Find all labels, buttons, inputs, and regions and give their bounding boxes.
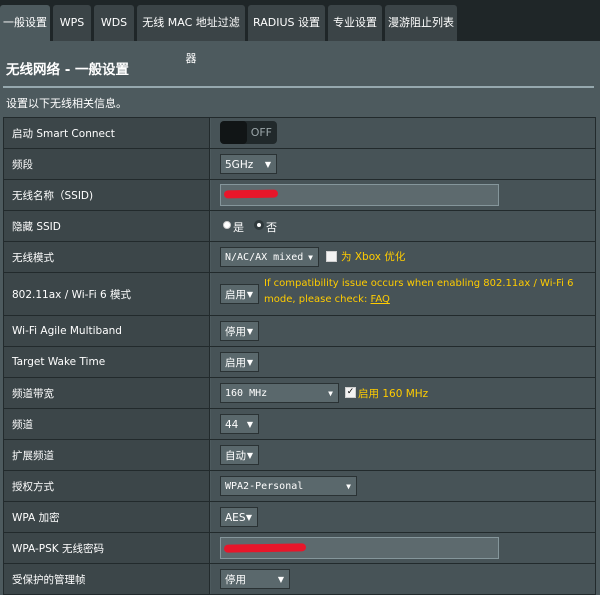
band-label: 频段 (4, 149, 210, 179)
tab-professional[interactable]: 专业设置 (328, 5, 382, 41)
hide-ssid-yes-radio[interactable] (223, 221, 231, 229)
hide-ssid-no-label: 否 (266, 221, 277, 234)
chevron-down-icon: ▼ (264, 160, 271, 169)
settings-table: 启动 Smart Connect OFF 频段 5GHz ▼ 无线名称（SSID)… (3, 117, 596, 595)
ssid-label: 无线名称（SSID) (4, 180, 210, 210)
row-wifi6-mode: 802.11ax / Wi-Fi 6 模式 启用 ▼ If compatibili… (4, 273, 595, 316)
row-target-wake-time: Target Wake Time 启用 ▼ (4, 347, 595, 378)
chevron-down-icon: ▼ (308, 253, 313, 262)
hide-ssid-no-radio[interactable] (254, 220, 264, 230)
extension-channel-select[interactable]: 自动 ▼ (220, 445, 259, 465)
redaction-mark (223, 189, 279, 199)
chevron-down-icon: ▼ (245, 513, 252, 522)
tab-general[interactable]: 一般设置 (0, 5, 50, 42)
tab-roaming-block[interactable]: 漫游阻止列表 (385, 5, 457, 41)
tab-wps[interactable]: WPS (53, 5, 91, 41)
row-agile-multiband: Wi-Fi Agile Multiband 停用 ▼ (4, 316, 595, 347)
wpa-encryption-select[interactable]: AES ▼ (220, 507, 258, 527)
auth-method-select[interactable]: WPA2-Personal ▼ (220, 476, 357, 496)
row-extension-channel: 扩展频道 自动 ▼ (4, 440, 595, 471)
ssid-input[interactable] (220, 184, 499, 206)
hide-ssid-label: 隐藏 SSID (4, 211, 210, 241)
redaction-mark (223, 543, 307, 553)
band-select[interactable]: 5GHz ▼ (220, 154, 277, 174)
agile-multiband-label: Wi-Fi Agile Multiband (4, 316, 210, 346)
xbox-optimize-checkbox[interactable] (326, 251, 337, 262)
channel-label: 频道 (4, 409, 210, 439)
row-hide-ssid: 隐藏 SSID 是 否 (4, 211, 595, 242)
tab-bar: 一般设置 WPS WDS 无线 MAC 地址过滤器 RADIUS 设置 专业设置… (0, 0, 600, 65)
row-wpa-encryption: WPA 加密 AES ▼ (4, 502, 595, 533)
pmf-select[interactable]: 停用 ▼ (220, 569, 290, 589)
enable-160mhz-label: 启用 160 MHz (358, 388, 429, 400)
wifi6-mode-label: 802.11ax / Wi-Fi 6 模式 (4, 273, 210, 315)
row-channel: 频道 44 ▼ (4, 409, 595, 440)
row-smart-connect: 启动 Smart Connect OFF (4, 118, 595, 149)
wpa-encryption-label: WPA 加密 (4, 502, 210, 532)
wireless-mode-label: 无线模式 (4, 242, 210, 272)
toggle-state-text: OFF (250, 126, 272, 139)
title-divider (3, 86, 594, 88)
psk-password-label: WPA-PSK 无线密码 (4, 533, 210, 563)
tab-mac-filter[interactable]: 无线 MAC 地址过滤器 (137, 5, 245, 65)
row-psk-password: WPA-PSK 无线密码 (4, 533, 595, 564)
agile-multiband-select[interactable]: 停用 ▼ (220, 321, 259, 341)
row-bandwidth: 频道带宽 160 MHz ▼ ✓ 启用 160 MHz (4, 378, 595, 409)
row-band: 频段 5GHz ▼ (4, 149, 595, 180)
chevron-down-icon: ▼ (246, 327, 253, 336)
faq-link[interactable]: FAQ (371, 294, 390, 305)
chevron-down-icon: ▼ (246, 358, 253, 367)
psk-password-input[interactable] (220, 537, 499, 559)
extension-channel-label: 扩展频道 (4, 440, 210, 470)
smart-connect-label: 启动 Smart Connect (4, 118, 210, 148)
chevron-down-icon: ▼ (246, 290, 253, 299)
auth-method-label: 授权方式 (4, 471, 210, 501)
enable-160mhz-checkbox[interactable]: ✓ (345, 387, 356, 398)
chevron-down-icon: ▼ (328, 389, 333, 398)
channel-select[interactable]: 44 ▼ (220, 414, 259, 434)
chevron-down-icon: ▼ (246, 451, 253, 460)
page-description: 设置以下无线相关信息。 (6, 97, 127, 110)
page-title: 无线网络 - 一般设置 (6, 62, 130, 78)
xbox-optimize-label: 为 Xbox 优化 (341, 251, 406, 263)
bandwidth-label: 频道带宽 (4, 378, 210, 408)
tab-wds[interactable]: WDS (94, 5, 134, 41)
row-wireless-mode: 无线模式 N/AC/AX mixed ▼ 为 Xbox 优化 (4, 242, 595, 273)
target-wake-time-label: Target Wake Time (4, 347, 210, 377)
wifi6-mode-select[interactable]: 启用 ▼ (220, 284, 259, 304)
row-ssid: 无线名称（SSID) (4, 180, 595, 211)
hide-ssid-yes-label: 是 (233, 221, 244, 234)
chevron-down-icon: ▼ (246, 420, 253, 429)
wifi6-warning-text: If compatibility issue occurs when enabl… (264, 278, 574, 305)
bandwidth-select[interactable]: 160 MHz ▼ (220, 383, 339, 403)
toggle-knob (220, 121, 247, 144)
target-wake-time-select[interactable]: 启用 ▼ (220, 352, 259, 372)
chevron-down-icon: ▼ (277, 575, 284, 584)
row-auth-method: 授权方式 WPA2-Personal ▼ (4, 471, 595, 502)
smart-connect-toggle[interactable]: OFF (220, 121, 277, 144)
tab-radius[interactable]: RADIUS 设置 (248, 5, 325, 41)
wireless-mode-select[interactable]: N/AC/AX mixed ▼ (220, 247, 319, 267)
chevron-down-icon: ▼ (346, 482, 351, 491)
